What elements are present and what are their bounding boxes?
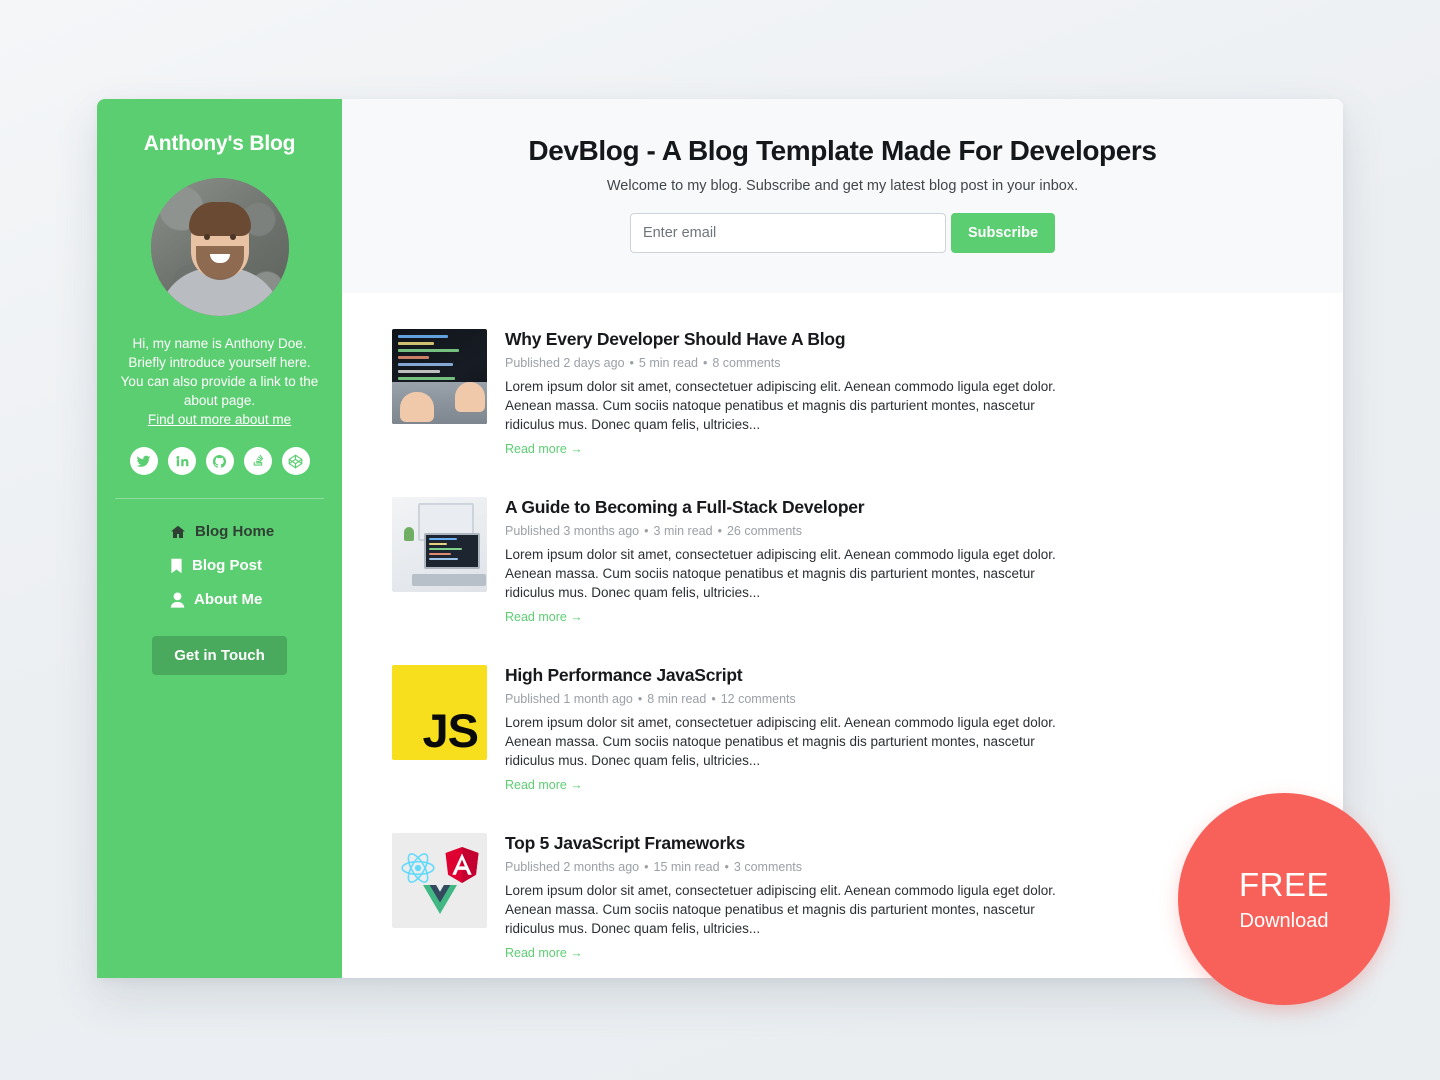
post-item: JS High Performance JavaScript Published… <box>392 665 1293 794</box>
sidebar-item-label: Blog Post <box>192 557 262 574</box>
react-icon <box>399 849 437 887</box>
post-comments: 8 comments <box>712 356 781 370</box>
post-published: Published 2 months ago <box>505 860 640 874</box>
free-badge-title: FREE <box>1238 865 1329 903</box>
post-comments: 3 comments <box>733 860 803 874</box>
post-excerpt: Lorem ipsum dolor sit amet, consectetuer… <box>505 547 1056 600</box>
avatar-eye-left <box>203 234 210 240</box>
avatar-eye-right <box>229 234 236 240</box>
free-download-badge[interactable]: FREE Download <box>1178 793 1390 1005</box>
post-comments: 12 comments <box>720 692 796 706</box>
subscribe-form: Subscribe <box>372 213 1313 253</box>
post-published: Published 1 month ago <box>505 692 633 706</box>
desk-base <box>412 574 486 586</box>
post-item: Top 5 JavaScript Frameworks Published 2 … <box>392 833 1293 962</box>
javascript-logo-text: JS <box>422 703 479 757</box>
post-read-time: 8 min read <box>647 692 707 706</box>
free-badge-subtitle: Download <box>1239 909 1329 932</box>
sidebar-divider <box>115 498 324 499</box>
github-icon[interactable] <box>205 447 234 475</box>
post-read-time: 15 min read <box>653 860 720 874</box>
user-icon <box>170 592 185 608</box>
page-subtitle: Welcome to my blog. Subscribe and get my… <box>606 178 1079 194</box>
post-meta: Published 2 days ago • 5 min read • 8 commen… <box>505 356 781 370</box>
sidebar-nav: Blog Home Blog Post About Me <box>115 523 324 608</box>
sidebar-item-blog-home[interactable]: Blog Home <box>170 523 274 540</box>
read-more-link[interactable]: Read more → <box>505 442 583 456</box>
subscribe-button[interactable]: Subscribe <box>950 213 1056 253</box>
post-published: Published 3 months ago <box>505 524 640 538</box>
code-lines <box>398 335 479 394</box>
avatar-hair <box>188 202 251 236</box>
sidebar-item-label: About Me <box>194 591 263 608</box>
hand-left <box>400 392 434 422</box>
get-in-touch-button[interactable]: Get in Touch <box>152 636 287 675</box>
app-card: Anthony's Blog Hi, my name is Anthony Do… <box>97 99 1343 978</box>
laptop-shape <box>424 533 480 569</box>
home-icon <box>170 524 186 540</box>
post-excerpt: Lorem ipsum dolor sit amet, consectetuer… <box>505 883 1056 936</box>
about-me-link[interactable]: Find out more about me <box>148 412 291 427</box>
read-more-link[interactable]: Read more → <box>505 946 583 960</box>
post-thumbnail-frameworks-logos[interactable] <box>392 833 487 928</box>
sidebar: Anthony's Blog Hi, my name is Anthony Do… <box>97 99 342 978</box>
social-links <box>129 447 310 475</box>
post-published: Published 2 days ago <box>505 356 625 370</box>
post-meta: Published 1 month ago • 8 min read • 12 comm… <box>505 692 796 706</box>
post-thumbnail-desk-workspace[interactable] <box>392 497 487 592</box>
post-excerpt: Lorem ipsum dolor sit amet, consectetuer… <box>505 715 1056 768</box>
hand-right <box>455 382 485 412</box>
laptop-screen-code <box>429 538 475 564</box>
showcase-header: DevBlog - A Blog Template Made For Devel… <box>342 99 1343 293</box>
linkedin-icon[interactable] <box>167 447 196 475</box>
plant-shape <box>404 527 414 541</box>
post-excerpt: Lorem ipsum dolor sit amet, consectetuer… <box>505 379 1056 432</box>
read-more-link[interactable]: Read more → <box>505 778 583 792</box>
blog-title: Anthony's Blog <box>143 132 296 155</box>
post-title[interactable]: Why Every Developer Should Have A Blog <box>505 329 1293 350</box>
avatar <box>150 178 289 316</box>
post-title[interactable]: Top 5 JavaScript Frameworks <box>505 833 1293 854</box>
stackoverflow-icon[interactable] <box>243 447 272 475</box>
post-comments: 26 comments <box>726 524 802 538</box>
vue-icon <box>422 885 457 919</box>
post-title[interactable]: A Guide to Becoming a Full-Stack Develop… <box>505 497 1293 518</box>
post-title[interactable]: High Performance JavaScript <box>505 665 1293 686</box>
post-meta: Published 3 months ago • 3 min read • 26 com… <box>505 524 802 538</box>
angular-icon <box>444 846 480 889</box>
page-title: DevBlog - A Blog Template Made For Devel… <box>528 135 1157 166</box>
bookmark-icon <box>170 558 183 574</box>
sidebar-item-about-me[interactable]: About Me <box>170 591 262 608</box>
post-read-time: 3 min read <box>653 524 713 538</box>
sidebar-item-label: Blog Home <box>195 523 275 540</box>
post-read-time: 5 min read <box>638 356 698 370</box>
email-field[interactable] <box>629 213 946 253</box>
post-item: A Guide to Becoming a Full-Stack Develop… <box>392 497 1293 626</box>
read-more-link[interactable]: Read more → <box>505 610 583 624</box>
post-meta: Published 2 months ago • 15 min read • 3 com… <box>505 860 803 874</box>
sidebar-item-blog-post[interactable]: Blog Post <box>170 557 262 574</box>
twitter-icon[interactable] <box>129 447 158 475</box>
post-thumbnail-laptop-code[interactable] <box>392 329 487 424</box>
post-item: Why Every Developer Should Have A Blog P… <box>392 329 1293 458</box>
post-thumbnail-javascript-logo[interactable]: JS <box>392 665 487 760</box>
bio-text: Hi, my name is Anthony Doe. Briefly intr… <box>120 336 319 408</box>
codepen-icon[interactable] <box>281 447 310 475</box>
